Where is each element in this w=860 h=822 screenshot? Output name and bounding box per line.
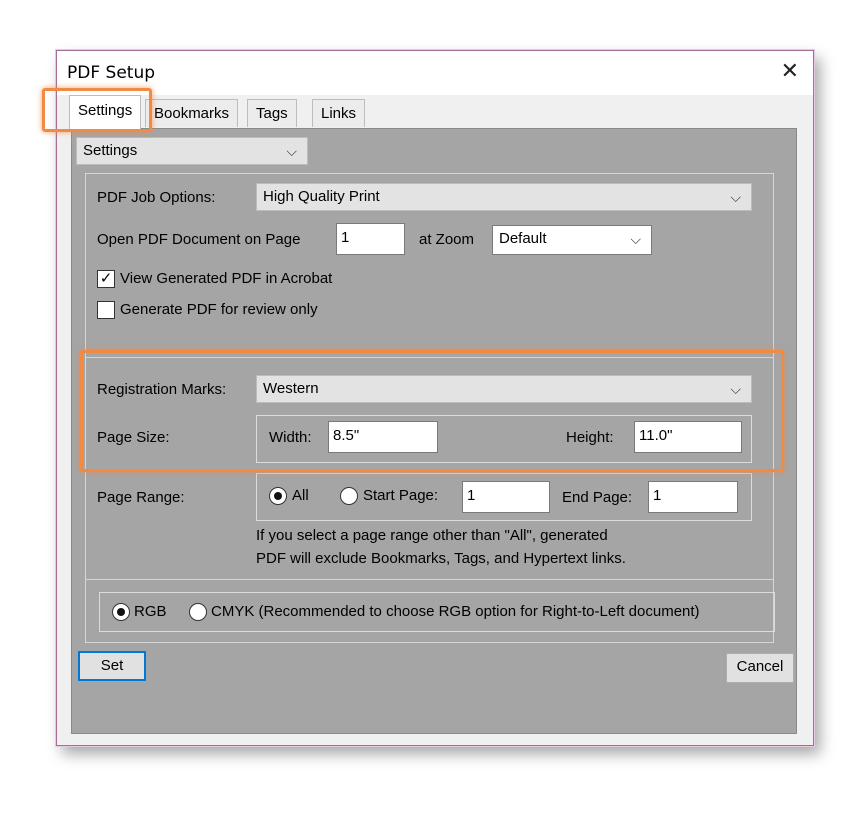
cancel-button[interactable]: Cancel xyxy=(726,653,794,683)
open-page-input[interactable]: 1 xyxy=(336,223,405,255)
job-options-label: PDF Job Options: xyxy=(97,189,216,206)
registration-select[interactable]: Western ⌵ xyxy=(256,375,752,403)
review-only-label: Generate PDF for review only xyxy=(120,301,318,318)
chevron-down-icon: ⌵ xyxy=(730,381,741,397)
height-label: Height: xyxy=(566,429,614,446)
review-only-checkbox[interactable] xyxy=(97,301,115,319)
title-bar: PDF Setup ✕ xyxy=(57,51,813,95)
cmyk-radio[interactable] xyxy=(189,603,207,621)
start-page-radio[interactable] xyxy=(340,487,358,505)
rgb-label: RGB xyxy=(134,603,167,620)
rgb-radio[interactable] xyxy=(112,603,130,621)
tab-settings[interactable]: Settings xyxy=(69,95,142,129)
settings-panel: Settings ⌵ PDF Job Options: High Quality… xyxy=(71,128,797,734)
set-button[interactable]: Set xyxy=(78,651,146,681)
chevron-down-icon: ⌵ xyxy=(630,231,641,247)
tab-links[interactable]: Links xyxy=(312,99,366,127)
dialog-window: PDF Setup ✕ Settings Bookmarks Tags Link… xyxy=(56,50,814,746)
view-generated-label: View Generated PDF in Acrobat xyxy=(120,270,333,287)
end-page-input[interactable]: 1 xyxy=(648,481,738,513)
open-page-label: Open PDF Document on Page xyxy=(97,231,301,248)
tab-bookmarks[interactable]: Bookmarks xyxy=(145,99,239,127)
view-generated-checkbox[interactable]: ✓ xyxy=(97,270,115,288)
height-input[interactable]: 11.0" xyxy=(634,421,742,453)
end-page-label: End Page: xyxy=(562,489,633,506)
all-label: All xyxy=(292,487,309,504)
chevron-down-icon: ⌵ xyxy=(730,189,741,205)
job-options-select[interactable]: High Quality Print ⌵ xyxy=(256,183,752,211)
tab-tags[interactable]: Tags xyxy=(247,99,297,127)
zoom-label: at Zoom xyxy=(419,231,475,248)
cmyk-label: CMYK (Recommended to choose RGB option f… xyxy=(211,603,700,620)
close-icon[interactable]: ✕ xyxy=(781,59,799,84)
page-range-note-2: PDF will exclude Bookmarks, Tags, and Hy… xyxy=(256,550,626,567)
start-page-label: Start Page: xyxy=(363,487,439,504)
zoom-value: Default xyxy=(499,230,547,247)
start-page-input[interactable]: 1 xyxy=(462,481,550,513)
window-title: PDF Setup xyxy=(67,63,156,83)
section-select[interactable]: Settings ⌵ xyxy=(76,137,308,165)
width-input[interactable]: 8.5" xyxy=(328,421,438,453)
divider xyxy=(86,579,773,580)
page-range-label: Page Range: xyxy=(97,489,185,506)
checkmark-icon: ✓ xyxy=(99,270,113,287)
section-select-value: Settings xyxy=(83,142,138,159)
registration-value: Western xyxy=(263,380,319,397)
chevron-down-icon: ⌵ xyxy=(286,143,297,159)
width-label: Width: xyxy=(269,429,312,446)
zoom-select[interactable]: Default ⌵ xyxy=(492,225,652,255)
page-range-note-1: If you select a page range other than "A… xyxy=(256,527,608,544)
registration-label: Registration Marks: xyxy=(97,381,227,398)
job-options-value: High Quality Print xyxy=(263,188,380,205)
divider xyxy=(86,357,773,358)
page-size-label: Page Size: xyxy=(97,429,170,446)
all-radio[interactable] xyxy=(269,487,287,505)
